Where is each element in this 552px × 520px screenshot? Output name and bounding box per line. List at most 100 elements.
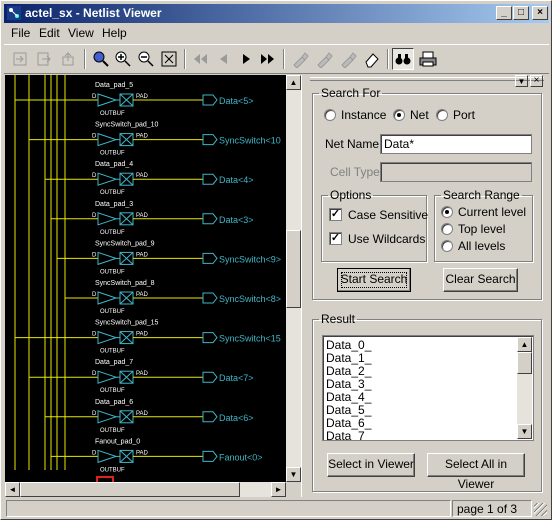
close-button[interactable]: × bbox=[532, 6, 548, 20]
pin-out-label: PAD bbox=[136, 450, 149, 456]
port-symbol bbox=[202, 332, 218, 344]
highlight-net-icon[interactable] bbox=[289, 48, 311, 70]
highlight-instance-icon[interactable] bbox=[337, 48, 359, 70]
buffer-symbol bbox=[97, 370, 118, 384]
scroll-up-button[interactable]: ▲ bbox=[517, 337, 532, 352]
buffer-symbol bbox=[97, 449, 118, 464]
canvas-vertical-scrollbar[interactable]: ▲ ▼ bbox=[286, 75, 301, 482]
print-icon[interactable] bbox=[417, 48, 439, 70]
zoom-in-icon[interactable] bbox=[112, 48, 134, 70]
highlight-pin-icon[interactable] bbox=[313, 48, 335, 70]
step-in-icon[interactable] bbox=[9, 48, 31, 70]
start-search-button[interactable]: Start Search bbox=[337, 268, 411, 292]
port-symbol bbox=[202, 134, 218, 146]
pin-in-label: D bbox=[92, 213, 97, 219]
title-bar[interactable]: actel_sx - Netlist Viewer _ □ × bbox=[4, 4, 549, 23]
step-out-icon[interactable] bbox=[33, 48, 55, 70]
scroll-down-button[interactable]: ▼ bbox=[286, 467, 301, 482]
radio-all-levels[interactable] bbox=[441, 240, 453, 252]
zoom-out-icon[interactable] bbox=[135, 48, 157, 70]
port-label: Fanout<0> bbox=[219, 452, 263, 462]
radio-port-label: Port bbox=[453, 108, 476, 122]
last-page-icon[interactable] bbox=[257, 48, 279, 70]
cell-type-label: OUTBUF bbox=[100, 428, 125, 434]
result-list-item[interactable]: Data_7_ bbox=[323, 430, 533, 441]
menu-view[interactable]: View bbox=[68, 26, 94, 40]
select-in-viewer-button[interactable]: Select in Viewer bbox=[327, 453, 415, 477]
pin-out-label: PAD bbox=[136, 173, 149, 179]
next-page-icon[interactable] bbox=[235, 48, 257, 70]
radio-port[interactable] bbox=[436, 109, 448, 121]
maximize-button[interactable]: □ bbox=[513, 6, 529, 20]
port-label: Data<7> bbox=[219, 373, 254, 383]
schematic-canvas[interactable]: Data_pad_5 D PAD OUTBUF Data<5> SyncSwitch_pa… bbox=[5, 75, 286, 482]
scroll-thumb[interactable] bbox=[20, 482, 240, 497]
case-sensitive-checkbox[interactable]: ✓ bbox=[329, 208, 342, 221]
pin-out-label: PAD bbox=[136, 332, 149, 338]
canvas-horizontal-scrollbar[interactable]: ◄ ► bbox=[5, 482, 286, 497]
panel-grip[interactable] bbox=[310, 77, 544, 81]
pad-cross bbox=[119, 410, 134, 424]
instance-label: Data_pad_7 bbox=[95, 359, 133, 366]
port-label: Data<3> bbox=[219, 215, 254, 225]
pin-in-label: D bbox=[92, 292, 97, 298]
menu-help[interactable]: Help bbox=[102, 26, 127, 40]
zoom-box-icon[interactable] bbox=[158, 48, 180, 70]
port-symbol bbox=[202, 94, 218, 106]
first-page-icon[interactable] bbox=[189, 48, 211, 70]
scroll-left-button[interactable]: ◄ bbox=[5, 482, 20, 497]
port-label: SyncSwitch<15 bbox=[219, 334, 281, 344]
up-icon[interactable] bbox=[57, 48, 79, 70]
result-list[interactable]: Data_0_ Data_1_ Data_2_ Data_3_ Data_4_ Data_… bbox=[322, 335, 534, 441]
radio-top-level[interactable] bbox=[441, 223, 453, 235]
resize-grip[interactable] bbox=[534, 503, 547, 516]
search-panel: ▼ × Search For Instance Net Port Net Nam… bbox=[305, 75, 549, 497]
radio-net[interactable] bbox=[393, 109, 405, 121]
scroll-down-button[interactable]: ▼ bbox=[517, 424, 532, 439]
cell-type-label: OUTBUF bbox=[100, 190, 125, 196]
schematic-svg: Data_pad_5 D PAD OUTBUF Data<5> SyncSwitch_pa… bbox=[14, 75, 281, 482]
result-list-scrollbar[interactable]: ▲ ▼ bbox=[517, 337, 532, 439]
radio-current-level[interactable] bbox=[441, 206, 453, 218]
pin-out-label: PAD bbox=[136, 134, 149, 140]
port-symbol bbox=[202, 292, 218, 304]
pin-out-label: PAD bbox=[136, 252, 149, 258]
zoom-fit-icon[interactable] bbox=[90, 48, 112, 70]
scroll-thumb[interactable] bbox=[286, 230, 301, 308]
port-label: Data<5> bbox=[219, 96, 254, 106]
pin-in-label: D bbox=[92, 332, 97, 338]
port-symbol bbox=[202, 213, 218, 225]
cell-type-label: OUTBUF bbox=[100, 349, 125, 355]
find-icon[interactable] bbox=[392, 48, 414, 70]
port-label: Data<6> bbox=[219, 413, 254, 423]
port-symbol bbox=[202, 173, 218, 185]
options-group: Options bbox=[321, 188, 427, 262]
menu-file[interactable]: File bbox=[11, 26, 30, 40]
port-symbol bbox=[202, 371, 218, 383]
menu-edit[interactable]: Edit bbox=[39, 26, 60, 40]
prev-page-icon[interactable] bbox=[212, 48, 234, 70]
radio-instance[interactable] bbox=[324, 109, 336, 121]
cell-type-label: OUTBUF bbox=[100, 388, 125, 394]
instance-label: Fanout_pad_0 bbox=[95, 438, 140, 445]
use-wildcards-checkbox[interactable]: ✓ bbox=[329, 232, 342, 245]
minimize-button[interactable]: _ bbox=[496, 6, 512, 20]
main-window: actel_sx - Netlist Viewer _ □ × File Edi… bbox=[0, 0, 552, 520]
cell-type-input[interactable] bbox=[380, 162, 532, 182]
pin-in-label: D bbox=[92, 411, 97, 417]
scroll-up-button[interactable]: ▲ bbox=[286, 75, 301, 90]
eraser-icon[interactable] bbox=[361, 48, 383, 70]
clear-search-button[interactable]: Clear Search bbox=[443, 268, 518, 292]
radio-instance-label: Instance bbox=[341, 108, 387, 122]
cell-type-label: OUTBUF bbox=[100, 269, 125, 275]
select-all-in-viewer-button[interactable]: Select All in Viewer bbox=[427, 453, 525, 491]
buffer-symbol bbox=[97, 93, 118, 107]
scroll-right-button[interactable]: ► bbox=[271, 482, 286, 497]
scroll-thumb[interactable] bbox=[517, 352, 532, 374]
toolbar-separator bbox=[387, 49, 389, 69]
result-label: Result bbox=[321, 312, 356, 326]
app-icon bbox=[7, 6, 21, 20]
net-name-input[interactable]: Data* bbox=[380, 134, 532, 154]
port-symbol bbox=[202, 252, 218, 264]
radio-top-level-label: Top level bbox=[458, 222, 506, 236]
